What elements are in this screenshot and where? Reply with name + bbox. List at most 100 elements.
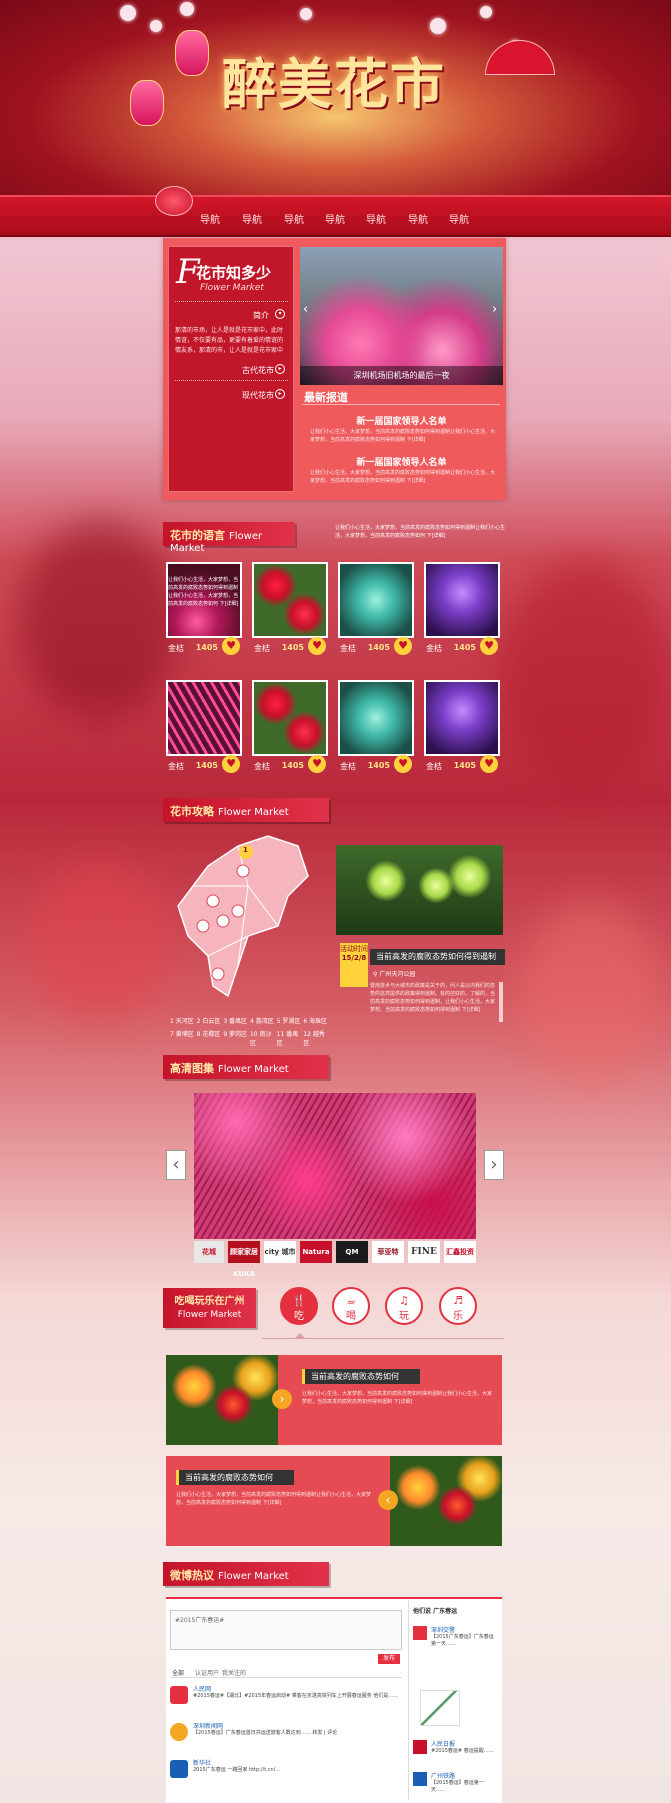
weibo-tab[interactable]: 全部 xyxy=(172,1668,184,1677)
flower-card[interactable]: 金桔 1405 ♥ xyxy=(424,562,500,657)
post-user[interactable]: 人民日报 xyxy=(431,1739,455,1748)
nav-item[interactable]: 导航 xyxy=(366,211,386,226)
card-overlay-text: 让我们小心生活，大家梦想，当前高发的腐败态势如何得到遏制让我们小心生活，大家梦想… xyxy=(168,577,239,607)
intro-item-label[interactable]: 现代花市 xyxy=(242,390,274,401)
nav-item[interactable]: 导航 xyxy=(242,211,262,226)
intro-item-label[interactable]: 简介 xyxy=(253,310,269,321)
tab-pointer xyxy=(294,1333,306,1339)
tab-fun[interactable]: ♬ 乐 xyxy=(439,1287,477,1325)
banner-title: 醉美花市 xyxy=(222,52,446,116)
play-item-title[interactable]: 当前高发的腐败态势如何 xyxy=(302,1369,420,1384)
weibo-tab[interactable]: 认证用户 xyxy=(195,1668,219,1677)
weibo-tab[interactable]: 我关注的 xyxy=(222,1668,246,1677)
nav-item[interactable]: 导航 xyxy=(284,211,304,226)
play-item-image[interactable] xyxy=(166,1355,278,1445)
gallery-next-button[interactable]: › xyxy=(484,1150,504,1180)
flower-image[interactable] xyxy=(166,680,242,756)
tab-eat[interactable]: 🍴 吃 xyxy=(280,1287,318,1325)
flower-card[interactable]: 金桔 1405 ♥ xyxy=(338,680,414,775)
sponsor-logo[interactable]: Natura xyxy=(300,1241,332,1263)
district-label[interactable]: 4 荔湾区 xyxy=(250,1016,277,1025)
activity-title[interactable]: 当前高发的腐败态势如何得到遏制 xyxy=(370,949,505,965)
chevron-right-icon[interactable]: ▸ xyxy=(275,389,285,399)
heart-icon[interactable]: ♥ xyxy=(394,755,412,773)
heart-icon[interactable]: ♥ xyxy=(222,637,240,655)
gallery-image[interactable] xyxy=(194,1093,476,1239)
tab-drink[interactable]: ☕ 喝 xyxy=(332,1287,370,1325)
post-image[interactable] xyxy=(420,1690,460,1726)
nav-item[interactable]: 导航 xyxy=(200,211,220,226)
post-user[interactable]: 人民网 xyxy=(193,1684,211,1693)
sponsor-logo[interactable]: 花城 xyxy=(194,1241,224,1263)
post-text: 【2015春运】春运第一天…… xyxy=(431,1780,484,1793)
chevron-right-icon[interactable]: › xyxy=(272,1389,292,1409)
avatar[interactable] xyxy=(413,1626,427,1640)
flower-name: 金桔 xyxy=(168,762,184,771)
district-label[interactable]: 11 番禺区 xyxy=(277,1029,304,1047)
sponsor-logo[interactable]: 菲亚特 xyxy=(372,1241,404,1263)
sponsor-logo[interactable]: 顾家家居 KUKA xyxy=(228,1241,260,1278)
chevron-down-icon[interactable]: ▾ xyxy=(275,309,285,319)
backdrop-bokeh xyxy=(20,520,180,720)
flower-card[interactable]: 金桔 1405 ♥ xyxy=(424,680,500,775)
avatar[interactable] xyxy=(413,1772,427,1786)
district-label[interactable]: 6 海珠区 xyxy=(303,1016,330,1025)
flower-card[interactable]: 金桔 1405 ♥ xyxy=(166,680,242,775)
flower-image[interactable] xyxy=(252,680,328,756)
play-item-image[interactable] xyxy=(390,1456,502,1546)
scrollbar[interactable] xyxy=(499,982,503,1022)
heart-icon[interactable]: ♥ xyxy=(308,637,326,655)
guide-photo[interactable] xyxy=(336,845,503,935)
post-button[interactable]: 发布 xyxy=(378,1654,400,1664)
sponsor-logo[interactable]: 汇鑫投资 xyxy=(444,1241,476,1263)
sponsor-logo[interactable]: city 城市 xyxy=(264,1241,296,1263)
district-label[interactable]: 9 萝岗区 xyxy=(223,1029,250,1047)
heart-icon[interactable]: ♥ xyxy=(222,755,240,773)
nav-item[interactable]: 导航 xyxy=(325,211,345,226)
intro-item-label[interactable]: 古代花市 xyxy=(242,365,274,376)
nav-item[interactable]: 导航 xyxy=(408,211,428,226)
weibo-input[interactable]: #2015广东春运# xyxy=(170,1610,402,1650)
post-user[interactable]: 新华社 xyxy=(193,1758,211,1767)
nav-item[interactable]: 导航 xyxy=(449,211,469,226)
post-user[interactable]: 广州铁路 xyxy=(431,1771,455,1780)
flower-image[interactable] xyxy=(424,562,500,638)
flower-image[interactable] xyxy=(424,680,500,756)
avatar[interactable] xyxy=(170,1723,188,1741)
slide-next-arrow[interactable]: › xyxy=(492,302,497,317)
avatar[interactable] xyxy=(170,1760,188,1778)
flower-card[interactable]: 金桔 1405 ♥ xyxy=(252,562,328,657)
slideshow-image[interactable] xyxy=(300,247,503,385)
slide-prev-arrow[interactable]: ‹ xyxy=(303,302,308,317)
heart-icon[interactable]: ♥ xyxy=(394,637,412,655)
heart-icon[interactable]: ♥ xyxy=(480,755,498,773)
heart-icon[interactable]: ♥ xyxy=(480,637,498,655)
flower-image[interactable] xyxy=(338,680,414,756)
district-label[interactable]: 7 黄埔区 xyxy=(170,1029,197,1047)
district-label[interactable]: 1 天河区 xyxy=(170,1016,197,1025)
district-label[interactable]: 3 番禺区 xyxy=(223,1016,250,1025)
flower-card[interactable]: 金桔 1405 ♥ xyxy=(252,680,328,775)
avatar[interactable] xyxy=(170,1686,188,1704)
chevron-left-icon[interactable]: ‹ xyxy=(378,1490,398,1510)
gallery-prev-button[interactable]: ‹ xyxy=(166,1150,186,1180)
flower-image[interactable] xyxy=(338,562,414,638)
district-label[interactable]: 8 花都区 xyxy=(197,1029,224,1047)
district-label[interactable]: 12 越秀区 xyxy=(303,1029,330,1047)
chevron-right-icon[interactable]: ▸ xyxy=(275,364,285,374)
news-headline[interactable]: 新一届国家领导人名单 xyxy=(300,455,503,468)
avatar[interactable] xyxy=(413,1740,427,1754)
flower-image[interactable] xyxy=(252,562,328,638)
news-headline[interactable]: 新一届国家领导人名单 xyxy=(300,414,503,427)
tab-play[interactable]: ♫ 玩 xyxy=(385,1287,423,1325)
sponsor-logo[interactable]: FINE xyxy=(408,1241,440,1263)
post-user[interactable]: 深圳新闻网 xyxy=(193,1721,223,1730)
post-user[interactable]: 深圳交警 xyxy=(431,1625,455,1634)
sponsor-logo[interactable]: QM xyxy=(336,1241,368,1263)
flower-card[interactable]: 金桔 1405 ♥ xyxy=(338,562,414,657)
play-item-title[interactable]: 当前高发的腐败态势如何 xyxy=(176,1470,294,1485)
district-label[interactable]: 5 罗湖区 xyxy=(277,1016,304,1025)
district-label[interactable]: 2 白云区 xyxy=(197,1016,224,1025)
district-label[interactable]: 10 南沙区 xyxy=(250,1029,277,1047)
heart-icon[interactable]: ♥ xyxy=(308,755,326,773)
